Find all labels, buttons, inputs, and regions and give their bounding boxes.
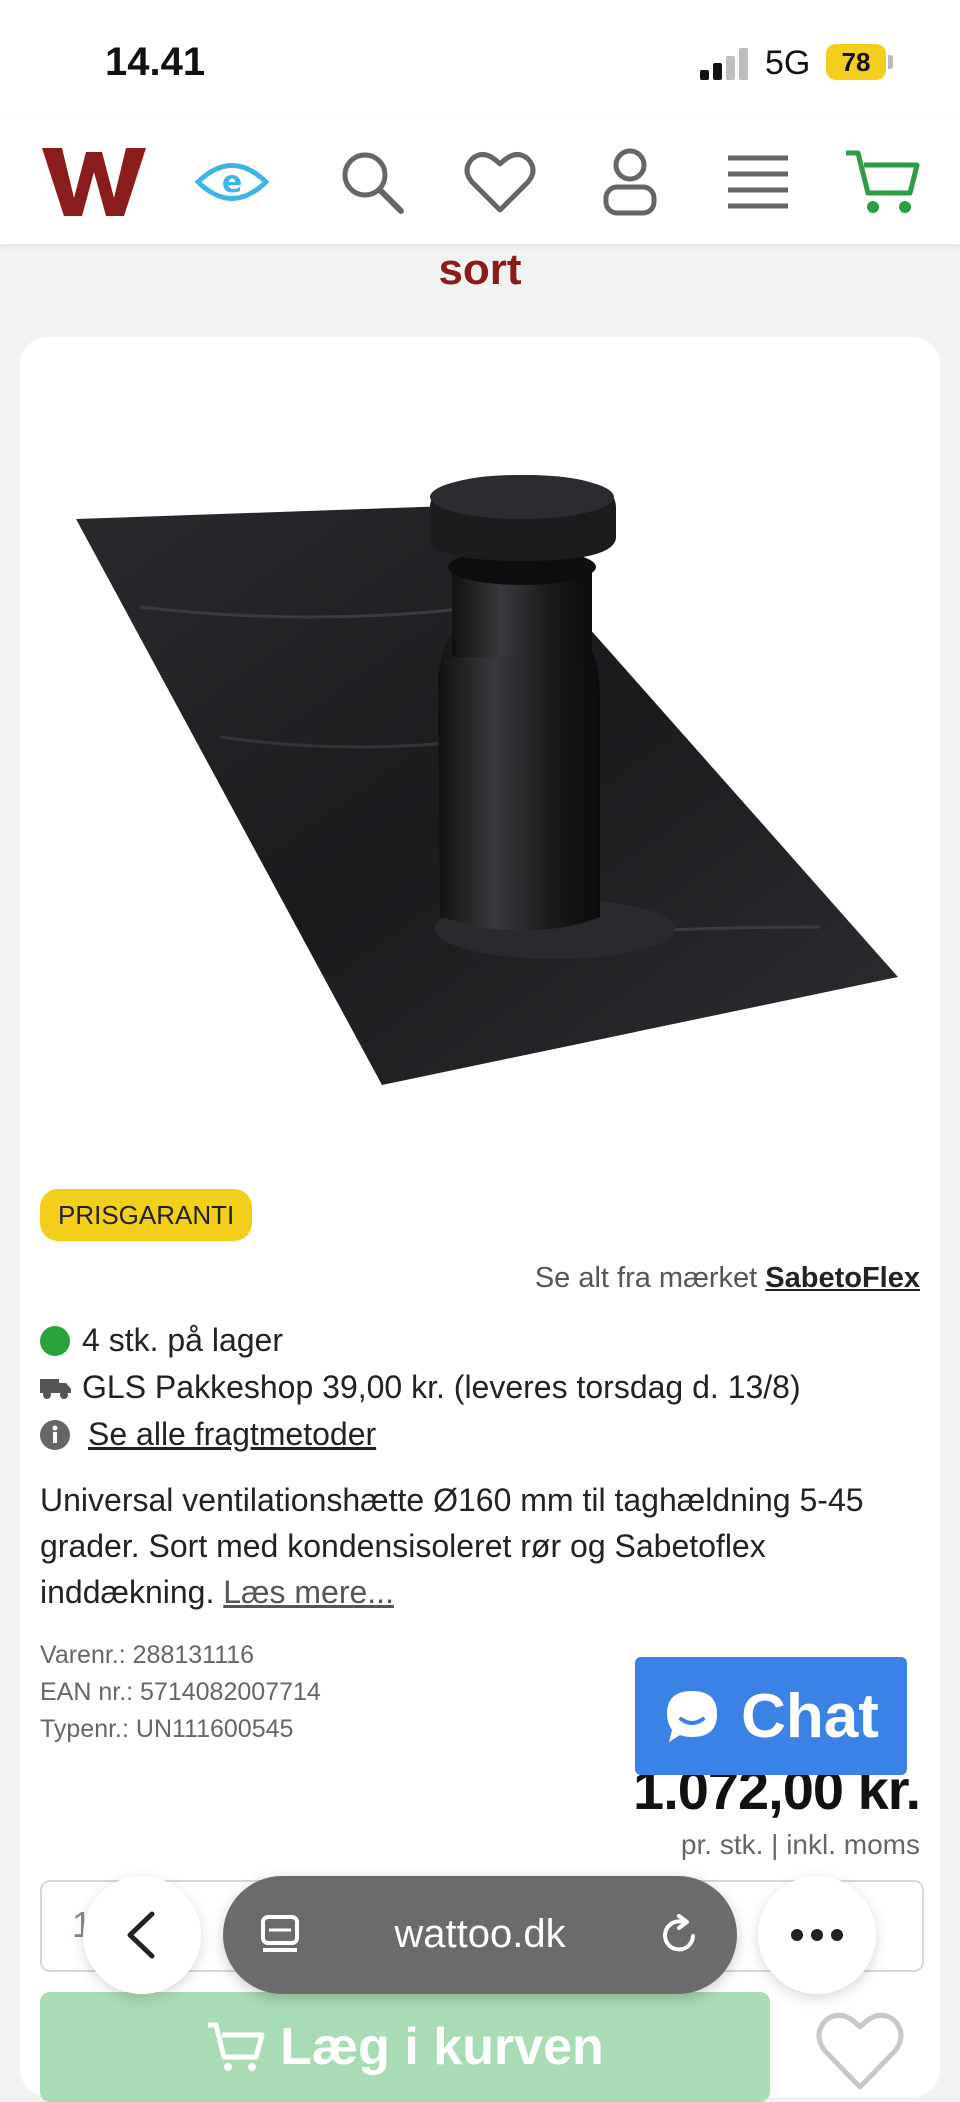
user-icon[interactable] <box>590 142 670 222</box>
ean-number: EAN nr.: 5714082007714 <box>40 1678 321 1706</box>
read-more-link[interactable]: Læs mere... <box>223 1574 394 1610</box>
shipping-methods: Se alle fragtmetoder <box>40 1416 376 1453</box>
brand-line: Se alt fra mærket SabetoFlex <box>535 1262 920 1295</box>
stock-status: 4 stk. på lager <box>40 1322 283 1359</box>
page-subtitle: sort <box>438 245 522 294</box>
type-number: Typenr.: UN111600545 <box>40 1715 294 1743</box>
reload-icon[interactable] <box>659 1914 701 1956</box>
shipping-info: GLS Pakkeshop 39,00 kr. (leveres torsdag… <box>40 1369 801 1406</box>
stock-text: 4 stk. på lager <box>82 1322 283 1358</box>
chat-label: Chat <box>741 1681 879 1751</box>
status-bar: 14.41 5G 78 <box>0 0 960 120</box>
more-options-button[interactable] <box>758 1876 876 1994</box>
item-number: Varenr.: 288131116 <box>40 1641 255 1669</box>
price-note: pr. stk. | inkl. moms <box>680 1829 920 1860</box>
chevron-left-icon <box>127 1911 155 1959</box>
chat-button[interactable]: Chat <box>635 1657 907 1775</box>
description-text: Universal ventilationshætte Ø160 mm til … <box>40 1482 864 1610</box>
favorite-heart-icon[interactable] <box>815 2005 905 2095</box>
eye-icon-letter: e <box>222 165 242 200</box>
truck-icon <box>40 1378 71 1399</box>
menu-icon[interactable] <box>718 142 798 222</box>
brand-prefix: Se alt fra mærket <box>534 1262 758 1294</box>
logo-icon[interactable] <box>40 142 148 222</box>
heart-icon[interactable] <box>460 142 540 222</box>
ellipsis-icon <box>791 1929 843 1941</box>
battery-percent: 78 <box>841 47 871 77</box>
site-header: e <box>0 120 960 244</box>
add-to-cart-label: Læg i kurven <box>280 2018 604 2076</box>
add-to-cart-button[interactable]: Læg i kurven <box>40 1992 770 2102</box>
chat-bubble-icon <box>667 1691 718 1742</box>
product-image[interactable] <box>60 457 920 1117</box>
price-guarantee-badge: PRISGARANTI <box>40 1189 253 1241</box>
clock: 14.41 <box>105 40 206 84</box>
in-stock-dot-icon <box>40 1325 70 1356</box>
product-card: PRISGARANTI Se alt fra mærket SabetoFlex… <box>20 337 940 2102</box>
address-bar[interactable]: wattoo.dk <box>223 1876 737 1994</box>
shipping-methods-link[interactable]: Se alle fragtmetoder <box>88 1416 376 1453</box>
network-label: 5G <box>765 44 811 82</box>
info-icon <box>40 1419 70 1450</box>
signal-icon <box>700 48 748 80</box>
add-cart-icon <box>208 2022 265 2071</box>
brand-link[interactable]: SabetoFlex <box>765 1262 920 1294</box>
battery-icon: 78 <box>826 44 893 80</box>
product-description: Universal ventilationshætte Ø160 mm til … <box>40 1477 920 1615</box>
shipping-text: GLS Pakkeshop 39,00 kr. (leveres torsdag… <box>82 1369 801 1405</box>
back-button[interactable] <box>83 1876 201 1994</box>
eye-icon[interactable]: e <box>192 142 272 222</box>
search-icon[interactable] <box>332 142 412 222</box>
cart-icon[interactable] <box>842 142 922 222</box>
